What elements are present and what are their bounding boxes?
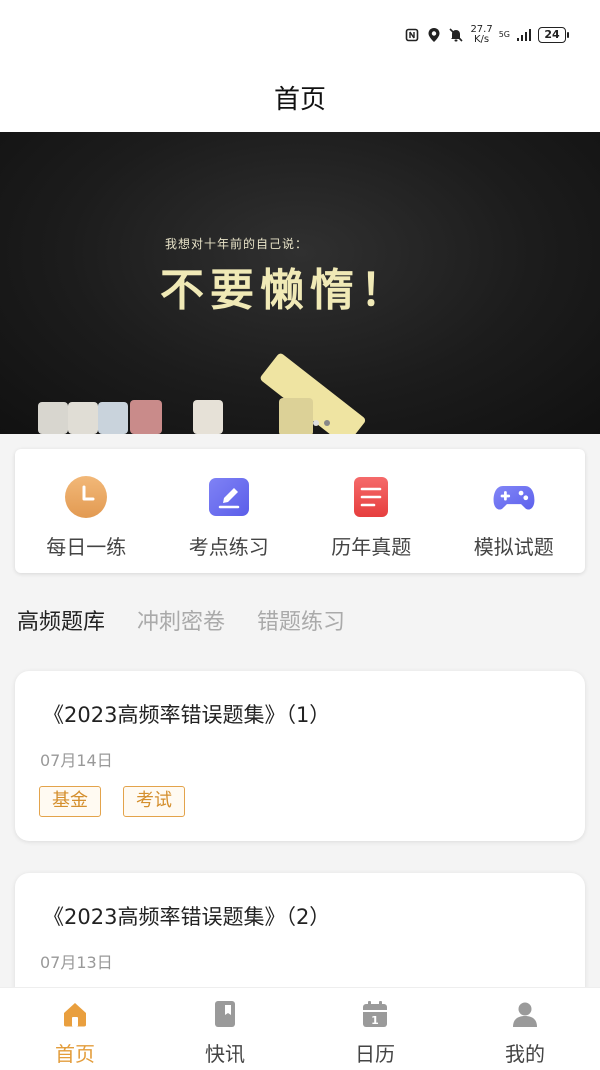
chalk-red	[130, 400, 162, 434]
tag-badge: 基金	[39, 786, 101, 817]
title-bar: 首页	[0, 62, 600, 132]
signal-icon	[516, 27, 532, 43]
banner-carousel[interactable]: 我想对十年前的自己说： 不要懒惰！	[0, 132, 600, 434]
nav-label: 快讯	[205, 1042, 245, 1066]
network-label: 5G	[498, 30, 510, 39]
speed-unit: K/s	[474, 34, 490, 45]
status-icons: 27.7 K/s 5G 24	[404, 22, 569, 48]
article-title: 《2023高频率错误题集》（2）	[43, 905, 331, 929]
quick-item-past-exams[interactable]: 历年真题	[300, 449, 443, 573]
quick-item-mock-exams[interactable]: 模拟试题	[443, 449, 586, 573]
quick-item-label: 每日一练	[46, 535, 127, 559]
quick-item-daily-practice[interactable]: 每日一练	[15, 449, 158, 573]
network-type: 5G	[499, 31, 510, 39]
status-bar: 27.7 K/s 5G 24	[0, 0, 600, 62]
location-icon	[426, 27, 442, 43]
user-icon	[511, 1000, 539, 1028]
chalk-white-1	[38, 402, 68, 434]
carousel-dot	[324, 420, 330, 426]
document-icon	[349, 475, 393, 519]
category-tabs: 高频题库 冲刺密卷 错题练习	[17, 604, 345, 636]
banner-subtitle: 我想对十年前的自己说：	[165, 237, 309, 251]
mute-bell-icon	[448, 27, 464, 43]
banner-headline: 不要懒惰！	[160, 265, 410, 316]
quick-item-label: 历年真题	[331, 535, 412, 559]
article-date: 07月13日	[40, 953, 113, 972]
gamepad-icon	[492, 475, 536, 519]
nav-label: 首页	[55, 1042, 95, 1066]
article-date: 07月14日	[40, 751, 113, 770]
chalk-yellow	[279, 398, 313, 434]
article-tags: 基金 考试	[39, 786, 185, 817]
home-icon	[61, 1000, 89, 1028]
carousel-dot	[313, 420, 319, 426]
carousel-indicator	[313, 420, 330, 426]
nfc-icon	[404, 27, 420, 43]
tab-sprint-papers[interactable]: 冲刺密卷	[137, 604, 225, 636]
svg-text:1: 1	[371, 1014, 379, 1027]
article-title: 《2023高频率错误题集》（1）	[43, 703, 331, 727]
bookmark-icon	[211, 1000, 239, 1028]
nav-label: 我的	[505, 1042, 545, 1066]
nav-item-home[interactable]: 首页	[0, 988, 150, 1070]
quick-menu: 每日一练 考点练习 历年真题 模拟试题	[15, 449, 585, 573]
quick-item-label: 模拟试题	[473, 535, 554, 559]
chalk-white-3	[193, 400, 223, 434]
tag-badge: 考试	[123, 786, 185, 817]
nav-item-profile[interactable]: 我的	[450, 988, 600, 1070]
page-title: 首页	[273, 84, 326, 115]
calendar-icon: 1	[361, 1000, 389, 1028]
nav-item-news[interactable]: 快讯	[150, 988, 300, 1070]
nav-item-calendar[interactable]: 1 日历	[300, 988, 450, 1070]
chalk-blue	[98, 402, 128, 434]
battery-indicator: 24	[538, 27, 569, 43]
tab-wrong-questions[interactable]: 错题练习	[257, 604, 345, 636]
quick-item-topic-practice[interactable]: 考点练习	[158, 449, 301, 573]
edit-icon	[207, 475, 251, 519]
bottom-nav: 首页 快讯 1 日历 我的	[0, 987, 600, 1070]
clock-icon	[64, 475, 108, 519]
chalk-white-2	[68, 402, 98, 434]
quick-item-label: 考点练习	[188, 535, 269, 559]
nav-label: 日历	[355, 1042, 395, 1066]
tab-high-frequency[interactable]: 高频题库	[17, 604, 105, 636]
article-card[interactable]: 《2023高频率错误题集》（1） 07月14日 基金 考试	[15, 671, 585, 841]
network-speed: 27.7 K/s	[470, 25, 492, 45]
